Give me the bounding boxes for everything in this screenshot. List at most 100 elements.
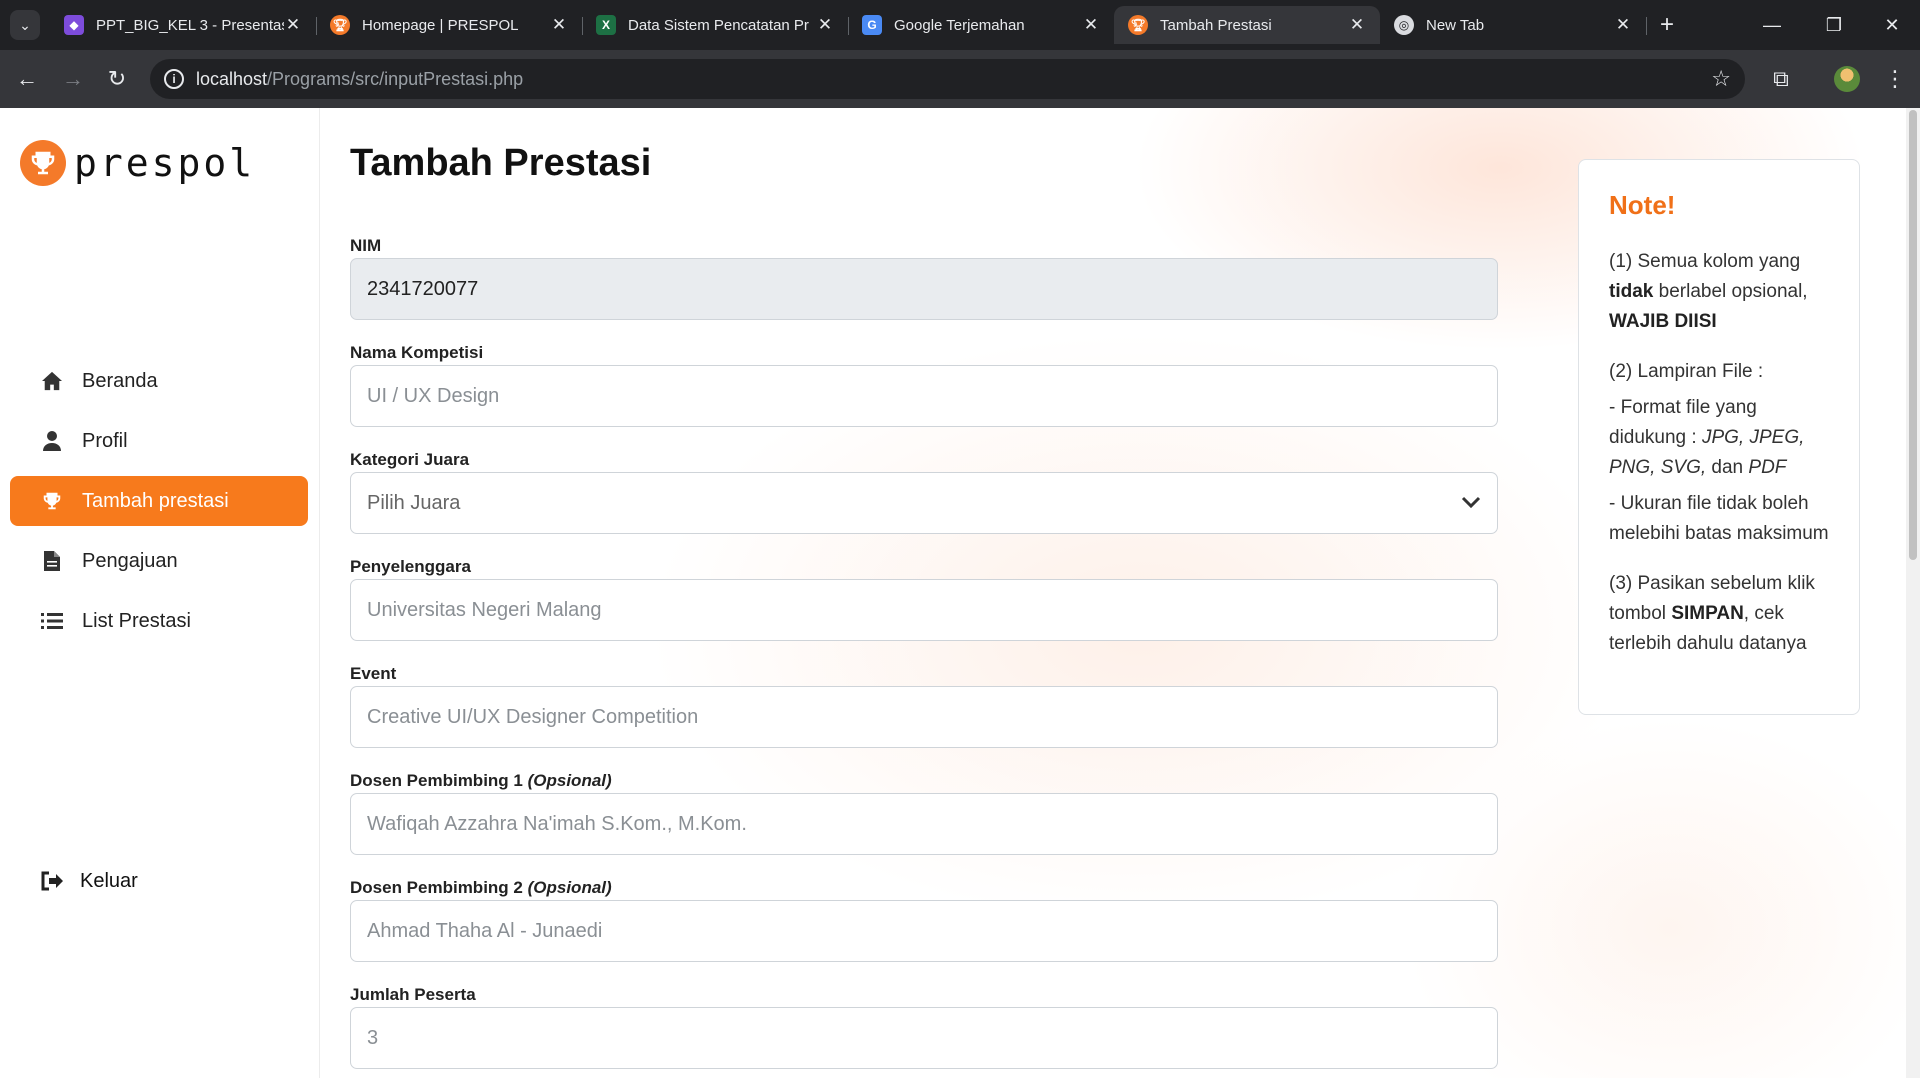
prespol-logo[interactable]: prespol [20,140,255,186]
tab-tambah-prestasi[interactable]: 🏆︎ Tambah Prestasi ✕ [1114,6,1380,44]
extensions-icon[interactable]: ⧉ [1766,64,1796,94]
reload-icon[interactable]: ↻ [102,64,132,94]
event-label: Event [350,664,397,683]
browser-tab-bar: ⌄ ◆ PPT_BIG_KEL 3 - Presentasi ✕ 🏆︎ Home… [0,0,1920,50]
page-content: prespol Beranda Profil Tambah prestasi P… [0,108,1920,1078]
note-rule-3: (3) Pasikan sebelum klik tombol SIMPAN, … [1609,573,1815,654]
close-icon[interactable]: ✕ [1614,15,1632,35]
trophy-icon [40,489,64,513]
sidebar-item-label: Profil [82,429,128,452]
note-rule-1: (1) Semua kolom yang tidak berlabel opsi… [1609,251,1808,332]
sign-out-icon [40,869,64,893]
restore-icon[interactable]: ❐ [1806,0,1862,50]
field-jumlah-peserta: Jumlah Peserta 3 [350,985,1498,1069]
jumlah-peserta-input[interactable]: 3 [350,1007,1498,1069]
nim-input[interactable]: 2341720077 [350,258,1498,320]
sidebar-item-pengajuan[interactable]: Pengajuan [10,536,308,586]
logout-button[interactable]: Keluar [10,856,308,906]
prespol-favicon: 🏆︎ [1128,15,1148,35]
tab-excel[interactable]: X Data Sistem Pencatatan Pr ✕ [582,6,848,44]
page-title: Tambah Prestasi [350,142,652,184]
close-icon[interactable]: ✕ [1082,15,1100,35]
tab-search-button[interactable]: ⌄ [10,10,40,40]
field-dosen-pembimbing-1: Dosen Pembimbing 1 (Opsional) Wafiqah Az… [350,771,1498,855]
kategori-juara-select[interactable]: Pilih Juara [350,472,1498,534]
window-close-icon[interactable]: ✕ [1864,0,1920,50]
browser-toolbar: ← → ↻ i localhost/Programs/src/inputPres… [0,50,1920,108]
dosen1-input[interactable]: Wafiqah Azzahra Na'imah S.Kom., M.Kom. [350,793,1498,855]
note-rule-2: (2) Lampiran File : [1609,361,1764,382]
sidebar-item-label: Pengajuan [82,549,178,572]
address-bar[interactable]: i localhost/Programs/src/inputPrestasi.p… [150,59,1745,99]
nama-kompetisi-input[interactable]: UI / UX Design [350,365,1498,427]
event-input[interactable]: Creative UI/UX Designer Competition [350,686,1498,748]
kategori-juara-label: Kategori Juara [350,450,470,469]
tab-title: Google Terjemahan [894,16,1025,34]
close-icon[interactable]: ✕ [1348,15,1366,35]
chrome-icon: ◎ [1394,15,1414,35]
tab-new-tab[interactable]: ◎ New Tab ✕ [1380,6,1646,44]
sidebar-item-profil[interactable]: Profil [10,416,308,466]
minimize-icon[interactable]: — [1744,0,1800,50]
tab-title: New Tab [1426,16,1485,34]
tab-title: PPT_BIG_KEL 3 - Presentasi [96,16,284,34]
sidebar-item-list-prestasi[interactable]: List Prestasi [10,596,308,646]
sidebar-item-label: List Prestasi [82,609,191,632]
home-icon [40,369,64,393]
sidebar-item-tambah-prestasi[interactable]: Tambah prestasi [10,476,308,526]
sidebar-item-label: Beranda [82,369,158,392]
close-icon[interactable]: ✕ [284,15,302,35]
dosen2-label: Dosen Pembimbing 2 (Opsional) [350,878,612,897]
site-info-icon[interactable]: i [164,69,184,89]
note-title: Note! [1609,190,1676,220]
field-kategori-juara: Kategori Juara Pilih Juara [350,450,1498,534]
penyelenggara-input[interactable]: Universitas Negeri Malang [350,579,1498,641]
google-translate-icon: G [862,15,882,35]
profile-avatar[interactable] [1834,66,1860,92]
url-text: localhost/Programs/src/inputPrestasi.php [196,69,524,89]
field-nim: NIM 2341720077 [350,236,1498,320]
tab-ppt[interactable]: ◆ PPT_BIG_KEL 3 - Presentasi ✕ [50,6,316,44]
dosen1-label: Dosen Pembimbing 1 (Opsional) [350,771,612,790]
jumlah-peserta-label: Jumlah Peserta [350,985,476,1004]
tab-google-translate[interactable]: G Google Terjemahan ✕ [848,6,1114,44]
tab-title: Tambah Prestasi [1160,16,1272,34]
field-penyelenggara: Penyelenggara Universitas Negeri Malang [350,557,1498,641]
tab-title: Data Sistem Pencatatan Pr [628,16,809,34]
note-card: Note! (1) Semua kolom yang tidak berlabe… [1578,159,1860,715]
kategori-juara-selected: Pilih Juara [367,491,461,514]
page-scrollbar[interactable] [1906,108,1920,1078]
sidebar: prespol Beranda Profil Tambah prestasi P… [0,108,320,1078]
bookmark-star-icon[interactable]: ☆ [1711,66,1731,92]
dosen2-input[interactable]: Ahmad Thaha Al - Junaedi [350,900,1498,962]
note-rule-2-format: - Format file yang didukung : JPG, JPEG,… [1609,397,1805,478]
sidebar-nav: Beranda Profil Tambah prestasi Pengajuan [10,356,308,656]
forward-icon[interactable]: → [58,64,88,94]
penyelenggara-label: Penyelenggara [350,557,471,576]
field-dosen-pembimbing-2: Dosen Pembimbing 2 (Opsional) Ahmad Thah… [350,878,1498,962]
prespol-favicon: 🏆︎ [330,15,350,35]
chevron-down-icon [1461,492,1481,515]
note-rule-2-size: - Ukuran file tidak boleh melebihi batas… [1609,493,1829,544]
trophy-logo-icon [20,140,66,186]
back-icon[interactable]: ← [12,64,42,94]
excel-icon: X [596,15,616,35]
close-icon[interactable]: ✕ [550,15,568,35]
field-event: Event Creative UI/UX Designer Competitio… [350,664,1498,748]
logout-label: Keluar [80,869,138,892]
sidebar-item-beranda[interactable]: Beranda [10,356,308,406]
tab-title: Homepage | PRESPOL [362,16,519,34]
tab-homepage[interactable]: 🏆︎ Homepage | PRESPOL ✕ [316,6,582,44]
sidebar-item-label: Tambah prestasi [82,489,229,512]
scrollbar-thumb[interactable] [1909,110,1917,560]
browser-menu-icon[interactable]: ⋮ [1880,64,1910,94]
logo-text: prespol [74,141,256,185]
new-tab-button[interactable]: + [1652,11,1682,39]
file-icon [40,549,64,573]
nama-kompetisi-label: Nama Kompetisi [350,343,484,362]
user-icon [40,429,64,453]
list-icon [40,609,64,633]
close-icon[interactable]: ✕ [816,15,834,35]
field-nama-kompetisi: Nama Kompetisi UI / UX Design [350,343,1498,427]
nim-label: NIM [350,236,382,255]
